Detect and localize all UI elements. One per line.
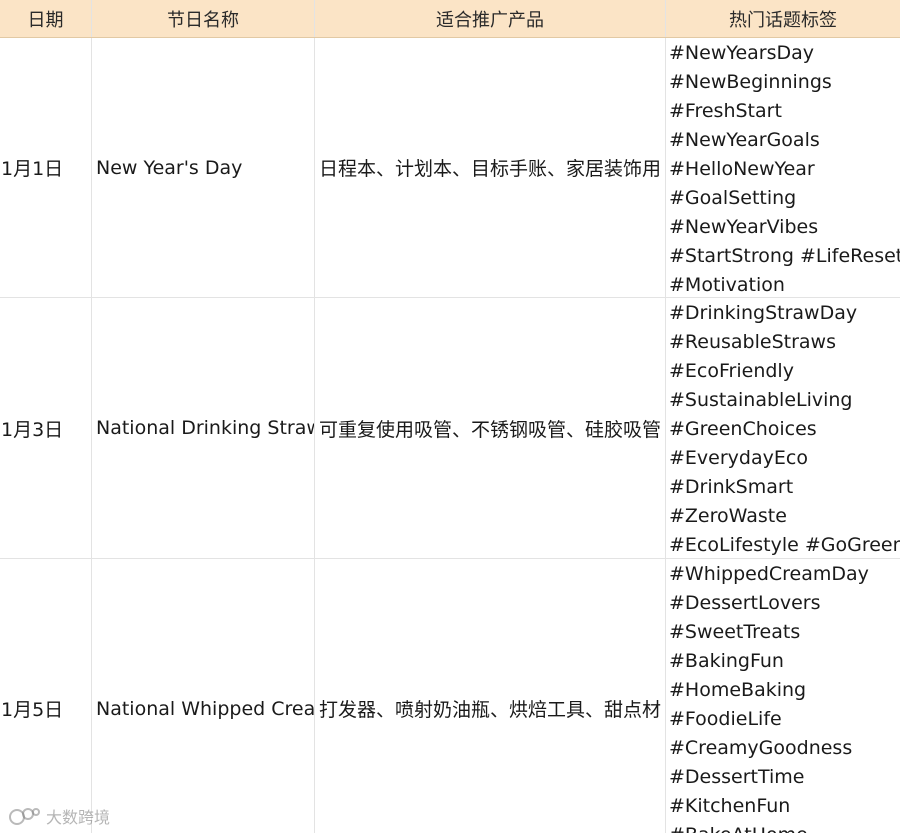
cell-date[interactable]: 1月1日 <box>0 38 92 297</box>
hashtag-line: #BakeAtHome <box>669 821 808 833</box>
table-header-row: 日期 节日名称 适合推广产品 热门话题标签 <box>0 0 900 38</box>
hashtag-line: #BakingFun <box>669 650 784 672</box>
hashtag-line: #GoalSetting <box>669 187 797 209</box>
spreadsheet: 日期 节日名称 适合推广产品 热门话题标签 1月1日 New Year's Da… <box>0 0 900 833</box>
hashtag-line: #HelloNewYear <box>669 158 815 180</box>
cell-products[interactable]: 日程本、计划本、目标手账、家居装饰用 <box>315 38 666 297</box>
cell-hashtags[interactable]: #DrinkingStrawDay #ReusableStraws #EcoFr… <box>666 298 900 558</box>
table-row: 1月3日 National Drinking Straw 可重复使用吸管、不锈钢… <box>0 298 900 559</box>
cell-date[interactable]: 1月3日 <box>0 298 92 558</box>
cell-holiday-name[interactable]: National Drinking Straw <box>92 298 315 558</box>
hashtag-line: #EcoFriendly <box>669 360 794 382</box>
hashtag-line: #SweetTreats <box>669 621 801 643</box>
hashtag-line: #DessertTime <box>669 766 805 788</box>
hashtag-line: #DrinkSmart <box>669 476 794 498</box>
hashtag-line: #StartStrong #LifeReset <box>669 245 900 267</box>
hashtag-line: #ZeroWaste <box>669 505 787 527</box>
header-products[interactable]: 适合推广产品 <box>315 0 666 37</box>
hashtag-line: #SustainableLiving <box>669 389 853 411</box>
cell-hashtags[interactable]: #WhippedCreamDay #DessertLovers #SweetTr… <box>666 559 900 833</box>
hashtag-line: #KitchenFun <box>669 795 791 817</box>
cell-products[interactable]: 打发器、喷射奶油瓶、烘焙工具、甜点材 <box>315 559 666 833</box>
hashtag-line: #FreshStart <box>669 100 782 122</box>
cell-hashtags[interactable]: #NewYearsDay #NewBeginnings #FreshStart … <box>666 38 900 297</box>
hashtag-line: #CreamyGoodness <box>669 737 853 759</box>
header-date[interactable]: 日期 <box>0 0 92 37</box>
hashtag-line: #WhippedCreamDay <box>669 563 869 585</box>
hashtag-line: #ReusableStraws <box>669 331 836 353</box>
hashtag-line: #EcoLifestyle #GoGreen <box>669 534 900 556</box>
hashtag-line: #EverydayEco <box>669 447 808 469</box>
header-holiday-name[interactable]: 节日名称 <box>92 0 315 37</box>
cell-holiday-name[interactable]: New Year's Day <box>92 38 315 297</box>
hashtag-line: #GreenChoices <box>669 418 817 440</box>
table-row: 1月5日 National Whipped Cream 打发器、喷射奶油瓶、烘焙… <box>0 559 900 833</box>
hashtag-line: #NewYearVibes <box>669 216 819 238</box>
hashtag-line: #FoodieLife <box>669 708 782 730</box>
hashtag-line: #DrinkingStrawDay <box>669 302 858 324</box>
cell-products[interactable]: 可重复使用吸管、不锈钢吸管、硅胶吸管 <box>315 298 666 558</box>
header-hashtags[interactable]: 热门话题标签 <box>666 0 900 37</box>
hashtag-line: #NewBeginnings <box>669 71 832 93</box>
hashtag-line: #NewYearGoals <box>669 129 820 151</box>
cell-date[interactable]: 1月5日 <box>0 559 92 833</box>
hashtag-line: #Motivation <box>669 274 785 296</box>
hashtag-line: #HomeBaking <box>669 679 807 701</box>
hashtag-line: #DessertLovers <box>669 592 821 614</box>
hashtag-line: #NewYearsDay <box>669 42 815 64</box>
table-row: 1月1日 New Year's Day 日程本、计划本、目标手账、家居装饰用 #… <box>0 38 900 298</box>
cell-holiday-name[interactable]: National Whipped Cream <box>92 559 315 833</box>
